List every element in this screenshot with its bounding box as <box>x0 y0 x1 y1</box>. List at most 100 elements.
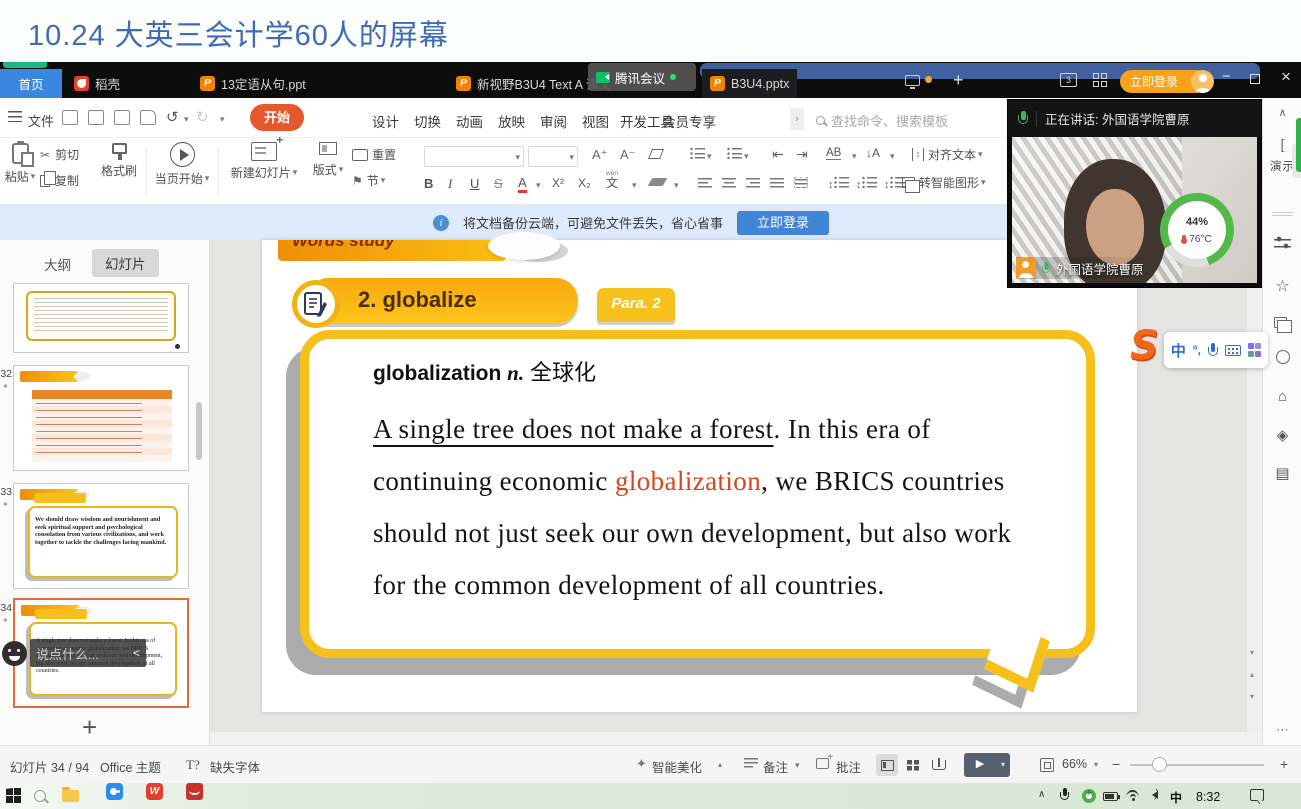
window-grid-icon[interactable] <box>1093 73 1107 87</box>
fit-to-window-icon[interactable] <box>1040 758 1054 772</box>
scroll-down-icon[interactable]: ▾ <box>1250 648 1254 657</box>
character-border-dropdown-icon[interactable]: ▾ <box>852 151 857 162</box>
ime-mode-toggle[interactable]: 中 <box>1171 340 1186 361</box>
format-painter-button[interactable]: 格式刷 <box>96 143 142 179</box>
grow-font-button[interactable]: A⁺ <box>592 147 608 163</box>
zoom-slider-track[interactable] <box>1130 764 1264 766</box>
align-left-icon[interactable] <box>698 177 712 188</box>
heading-bar[interactable]: 2. globalize <box>316 278 578 324</box>
clear-format-icon[interactable] <box>648 149 664 159</box>
font-color-button[interactable]: A <box>518 176 527 193</box>
ribbon-tab-design[interactable]: 设计 <box>372 111 399 131</box>
add-slide-button[interactable]: + <box>82 712 97 743</box>
close-button[interactable]: × <box>1281 67 1291 87</box>
pinyin-dropdown-icon[interactable]: ▾ <box>632 180 637 191</box>
line-spacing-icon[interactable]: ↕ <box>828 176 849 191</box>
member-more-icon[interactable]: › <box>790 108 804 130</box>
windows-start-icon[interactable] <box>6 788 21 803</box>
next-slide-icon[interactable]: ▾ <box>1250 692 1254 701</box>
notes-dropdown-icon[interactable]: ▾ <box>795 760 800 771</box>
zoom-in-button[interactable]: + <box>1280 756 1288 772</box>
slideshow-play-dropdown[interactable]: ▾ <box>996 753 1010 777</box>
duplicate-icon[interactable] <box>1263 316 1301 331</box>
zoom-out-button[interactable]: − <box>1112 756 1120 772</box>
highlight-dropdown-icon[interactable]: ▾ <box>674 180 679 191</box>
align-right-icon[interactable] <box>746 177 760 188</box>
slide-34[interactable]: Words study globalization n. 全球化 A singl… <box>262 240 1137 712</box>
zoom-level[interactable]: 66% <box>1062 757 1087 771</box>
outdent-icon[interactable]: ⇤ <box>772 146 784 163</box>
sidebar-more-icon[interactable]: ⋯ <box>1263 722 1301 738</box>
missing-font-label[interactable]: 缺失字体 <box>210 757 260 776</box>
battery-icon[interactable] <box>1103 792 1118 801</box>
play-from-current-page-button[interactable]: 当页开始▾ <box>152 142 212 187</box>
tab-slides[interactable]: 幻灯片 <box>92 249 159 277</box>
tab-outline[interactable]: 大纲 <box>44 254 71 274</box>
new-tab-button[interactable]: + <box>953 70 964 91</box>
command-search-input[interactable]: 查找命令、搜索模板 <box>816 111 948 130</box>
maximize-button[interactable] <box>1250 74 1260 84</box>
tray-expand-icon[interactable]: ∧ <box>1038 789 1045 800</box>
chat-collapse-icon[interactable]: < <box>133 646 140 660</box>
speaker-icon[interactable] <box>1148 791 1158 799</box>
redo-icon[interactable]: ↻ <box>196 108 209 126</box>
theme-label[interactable]: Office 主题 <box>100 757 161 776</box>
tencent-meeting-taskbar-icon[interactable] <box>106 783 123 800</box>
ribbon-tab-home[interactable]: 开始 <box>250 104 304 131</box>
tray-antivirus-icon[interactable] <box>1082 789 1096 803</box>
justify-icon[interactable] <box>770 177 784 188</box>
align-text-button[interactable]: ↕ 对齐文本 ▾ <box>912 146 983 163</box>
previous-slide-icon[interactable]: ▴ <box>1250 670 1254 679</box>
text-direction-button[interactable]: ↓A <box>866 146 880 160</box>
reading-view-button[interactable] <box>928 754 950 776</box>
distribute-icon[interactable] <box>794 177 808 188</box>
wifi-icon[interactable] <box>1126 790 1140 802</box>
canvas-scrollbar[interactable]: ▾ ▴ ▾ <box>1247 240 1262 732</box>
font-size-select[interactable]: ▾ <box>528 146 578 167</box>
template-store-icon[interactable]: ⌂ <box>1263 388 1301 405</box>
slide-thumbnail-31[interactable] <box>13 283 189 353</box>
ime-punctuation-toggle[interactable]: °, <box>1193 343 1201 357</box>
voice-input-icon[interactable] <box>1208 343 1218 358</box>
paragraph-spacing-icon[interactable]: ↕ <box>856 176 877 191</box>
convert-smart-graphic-button[interactable]: 转智能图形 ▾ <box>902 174 986 191</box>
subscript-button[interactable]: X₂ <box>578 176 591 190</box>
chat-emoji-icon[interactable] <box>2 641 27 666</box>
align-center-icon[interactable] <box>722 177 736 188</box>
undo-icon[interactable]: ↺ <box>166 108 179 126</box>
highlight-pen-icon[interactable] <box>648 178 668 186</box>
slide-thumbnail-33[interactable]: We should draw wisdom and nourishment an… <box>13 483 189 589</box>
italic-button[interactable]: I <box>448 176 452 192</box>
layout-button[interactable]: 版式▾ <box>306 142 350 178</box>
bold-button[interactable]: B <box>424 176 433 191</box>
dictionary-book-icon[interactable]: ▤ <box>1263 464 1301 482</box>
panel-scrollbar-thumb[interactable] <box>196 402 202 460</box>
speech-bubble[interactable]: globalization n. 全球化 A single tree does … <box>300 330 1095 658</box>
slide-thumbnail-32[interactable] <box>13 365 189 471</box>
file-explorer-icon[interactable] <box>62 790 79 802</box>
cnki-app-icon[interactable] <box>186 783 203 800</box>
ribbon-tab-slideshow[interactable]: 放映 <box>498 111 525 131</box>
zoom-dropdown-icon[interactable]: ▾ <box>1094 760 1098 769</box>
bullet-list-button[interactable]: ▾ <box>690 147 712 162</box>
tab-docker[interactable]: 稻壳 <box>66 69 128 98</box>
reset-button[interactable]: 重置 <box>352 146 396 163</box>
quickbar-more-icon[interactable]: ▾ <box>220 114 225 125</box>
zoom-slider-thumb[interactable] <box>1152 757 1167 772</box>
normal-view-button[interactable] <box>876 754 898 776</box>
chat-input[interactable]: 说点什么... < <box>30 639 146 667</box>
tencent-meeting-floatbar[interactable]: 腾讯会议 <box>588 63 696 91</box>
settings-sliders-icon[interactable] <box>1263 236 1301 252</box>
indent-icon[interactable]: ⇥ <box>796 146 808 163</box>
notes-button[interactable]: 备注 <box>763 757 788 776</box>
meeting-video-overlay[interactable]: 正在讲话: 外国语学院曹原 44% 76°C 外国语学院曹原 <box>1008 100 1261 287</box>
ribbon-tab-review[interactable]: 审阅 <box>540 111 567 131</box>
ime-indicator[interactable]: 中 <box>1170 789 1182 806</box>
effects-star-icon[interactable]: ☆ <box>1263 276 1301 296</box>
beautify-dropup-icon[interactable]: ▴ <box>718 760 722 769</box>
text-direction-dropdown-icon[interactable]: ▾ <box>890 151 895 162</box>
ribbon-tab-animation[interactable]: 动画 <box>456 111 483 131</box>
hamburger-icon[interactable] <box>8 111 22 122</box>
character-border-button[interactable]: AB <box>826 147 841 160</box>
cut-button[interactable]: ✂ 剪切 <box>40 146 79 163</box>
